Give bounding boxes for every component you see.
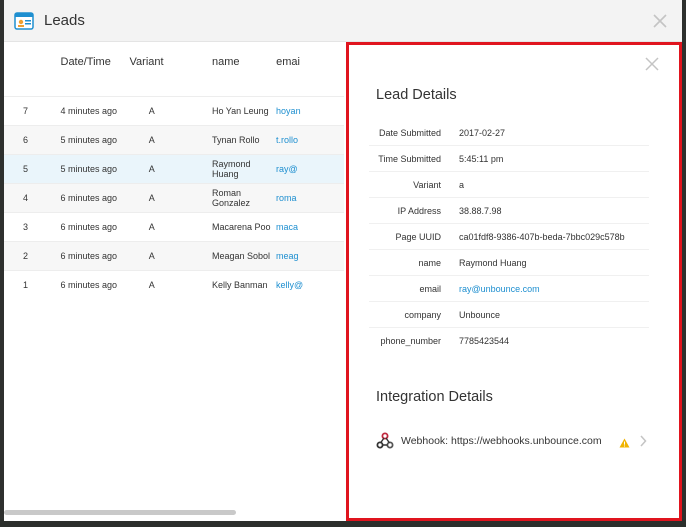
table-row[interactable]: 6 5 minutes ago A Tynan Rollo t.rollo: [4, 125, 344, 154]
close-icon[interactable]: [645, 57, 659, 71]
detail-key: company: [404, 309, 441, 320]
table-row[interactable]: 1 6 minutes ago A Kelly Banman kelly@: [4, 270, 344, 299]
detail-value: Raymond Huang: [459, 257, 527, 268]
detail-row-variant: Variant a: [369, 172, 649, 198]
webhook-label: Webhook: https://webhooks.unbounce.com: [401, 435, 602, 447]
row-id: 3: [23, 222, 29, 232]
detail-value: a: [459, 179, 465, 190]
integration-details-title: Integration Details: [376, 389, 493, 405]
row-variant: A: [148, 251, 155, 261]
row-variant: A: [148, 106, 155, 116]
row-variant: A: [148, 222, 155, 232]
row-name: Roman Gonzalez: [211, 188, 250, 208]
detail-value: 5:45:11 pm: [459, 153, 504, 164]
table-header: Date/Time Variant name emai: [4, 42, 344, 82]
table-row-selected[interactable]: 5 5 minutes ago A Raymond Huang ray@: [4, 154, 344, 183]
row-variant: A: [148, 193, 155, 203]
column-header-name[interactable]: name: [178, 56, 276, 68]
table-row[interactable]: 3 6 minutes ago A Macarena Poo maca: [4, 212, 344, 241]
detail-row-date-submitted: Date Submitted 2017-02-27: [369, 120, 649, 146]
detail-row-company: company Unbounce: [369, 302, 649, 328]
row-date: 5 minutes ago: [60, 135, 118, 145]
row-variant: A: [148, 135, 155, 145]
column-header-date[interactable]: Date/Time: [40, 56, 126, 68]
row-email[interactable]: meag: [276, 251, 344, 261]
email-link[interactable]: ray@unbounce.com: [459, 284, 540, 294]
row-name: Kelly Banman: [211, 280, 268, 290]
detail-row-page-uuid: Page UUID ca01fdf8-9386-407b-beda-7bbc02…: [369, 224, 649, 250]
warning-icon: [619, 435, 630, 448]
background-app-right: [682, 0, 686, 527]
leads-icon: [14, 11, 34, 31]
row-date: 6 minutes ago: [60, 222, 118, 232]
detail-row-email: email ray@unbounce.com: [369, 276, 649, 302]
row-id: 5: [23, 164, 29, 174]
modal-header: Leads: [4, 0, 682, 42]
close-icon[interactable]: [652, 13, 668, 29]
row-date: 5 minutes ago: [60, 164, 118, 174]
detail-key: Variant: [413, 179, 441, 190]
detail-row-time-submitted: Time Submitted 5:45:11 pm: [369, 146, 649, 172]
row-email[interactable]: hoyan: [276, 106, 344, 116]
detail-row-ip-address: IP Address 38.88.7.98: [369, 198, 649, 224]
detail-value: ca01fdf8-9386-407b-beda-7bbc029c578b: [459, 231, 625, 242]
row-name: Meagan Sobol: [211, 251, 271, 261]
chevron-right-icon[interactable]: [639, 434, 647, 447]
detail-key: email: [419, 283, 441, 294]
row-id: 1: [23, 280, 29, 290]
column-header-variant[interactable]: Variant: [126, 56, 179, 68]
row-id: 7: [23, 106, 29, 116]
detail-key: Date Submitted: [378, 127, 441, 138]
column-header-email[interactable]: emai: [276, 56, 344, 68]
detail-row-phone-number: phone_number 7785423544: [369, 328, 649, 354]
leads-modal: Leads Date/Time Variant name emai 7 4 mi…: [4, 0, 682, 521]
row-variant: A: [148, 280, 155, 290]
detail-key: IP Address: [397, 205, 441, 216]
table-row[interactable]: 4 6 minutes ago A Roman Gonzalez roma: [4, 183, 344, 212]
row-date: 6 minutes ago: [60, 280, 118, 290]
row-email[interactable]: ray@: [276, 164, 344, 174]
row-name: Tynan Rollo: [211, 135, 260, 145]
row-email[interactable]: kelly@: [276, 280, 344, 290]
horizontal-scrollbar[interactable]: [4, 510, 236, 515]
webhook-icon: [376, 432, 394, 450]
row-email[interactable]: roma: [276, 193, 344, 203]
leads-table: Date/Time Variant name emai 7 4 minutes …: [4, 42, 344, 521]
lead-details-title: Lead Details: [376, 87, 457, 103]
lead-details-panel: Lead Details Date Submitted 2017-02-27 T…: [346, 42, 682, 521]
detail-row-name: name Raymond Huang: [369, 250, 649, 276]
detail-key: name: [418, 257, 441, 268]
modal-title: Leads: [44, 12, 85, 29]
table-row[interactable]: 2 6 minutes ago A Meagan Sobol meag: [4, 241, 344, 270]
table-row[interactable]: 7 4 minutes ago A Ho Yan Leung hoyan: [4, 96, 344, 125]
detail-value: 38.88.7.98: [459, 205, 502, 216]
row-name: Raymond Huang: [211, 159, 251, 179]
row-id: 6: [23, 135, 29, 145]
row-id: 2: [23, 251, 29, 261]
detail-value: Unbounce: [459, 309, 501, 320]
row-date: 6 minutes ago: [60, 193, 118, 203]
detail-key: phone_number: [380, 336, 441, 346]
detail-value: 7785423544: [459, 336, 510, 346]
webhook-integration-row[interactable]: Webhook: https://webhooks.unbounce.com: [376, 431, 656, 451]
row-email[interactable]: maca: [276, 222, 344, 232]
detail-value: 2017-02-27: [459, 127, 506, 138]
row-name: Ho Yan Leung: [211, 106, 269, 116]
detail-key: Time Submitted: [378, 153, 441, 164]
row-date: 6 minutes ago: [60, 251, 118, 261]
row-date: 4 minutes ago: [60, 106, 118, 116]
row-variant: A: [148, 164, 155, 174]
row-email[interactable]: t.rollo: [276, 135, 344, 145]
row-id: 4: [23, 193, 29, 203]
row-name: Macarena Poo: [211, 222, 271, 232]
detail-key: Page UUID: [395, 231, 441, 242]
